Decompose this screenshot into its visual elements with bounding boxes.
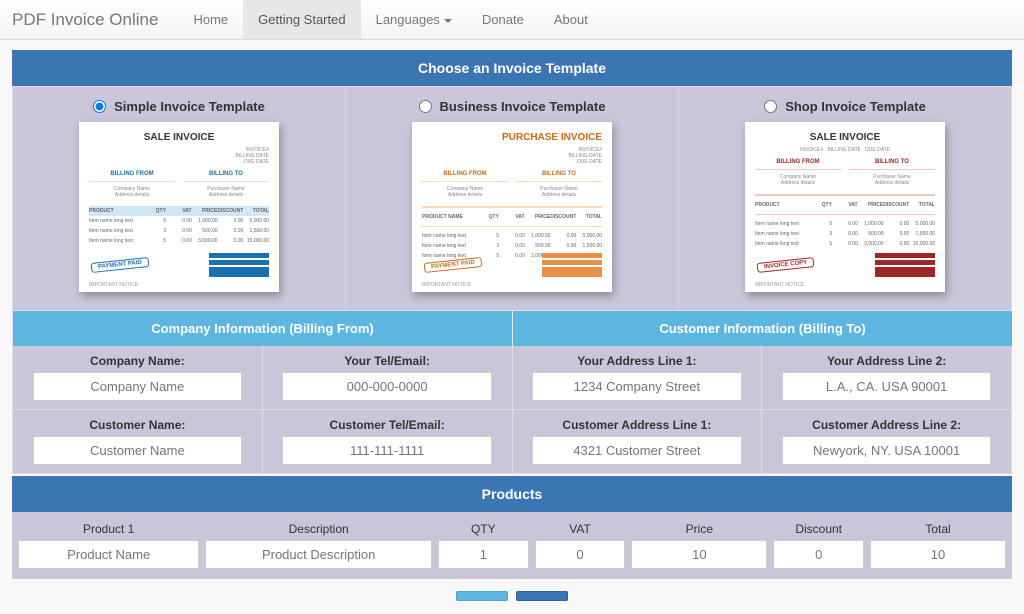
action-button-2[interactable] bbox=[516, 591, 568, 601]
company-addr1-cell: Your Address Line 1: bbox=[513, 346, 763, 410]
product-row: Product 1 Description QTY VAT Price Disc… bbox=[12, 512, 1012, 579]
customer-addr2-cell: Customer Address Line 2: bbox=[762, 410, 1012, 474]
company-name-input[interactable] bbox=[33, 372, 242, 401]
customer-tel-label: Customer Tel/Email: bbox=[271, 418, 504, 432]
thumb-to: BILLING TO bbox=[183, 171, 269, 177]
customer-addr1-label: Customer Address Line 1: bbox=[521, 418, 754, 432]
template-simple[interactable]: Simple Invoice Template SALE INVOICE INV… bbox=[13, 87, 345, 310]
thumb-note: IMPORTANT NOTICE bbox=[422, 282, 471, 288]
product-total-label: Total bbox=[870, 522, 1006, 536]
template-shop-radio[interactable] bbox=[764, 100, 777, 113]
thumb-from: BILLING FROM bbox=[89, 171, 175, 177]
template-business-label[interactable]: Business Invoice Template bbox=[419, 99, 606, 114]
main-content: Choose an Invoice Template Simple Invoic… bbox=[0, 40, 1024, 614]
company-info-head: Company Information (Billing From) bbox=[12, 311, 512, 346]
product-vat-input[interactable] bbox=[535, 540, 626, 569]
company-addr1-label: Your Address Line 1: bbox=[521, 354, 754, 368]
thumb-stamp: PAYMENT PAID bbox=[91, 257, 150, 273]
nav-about[interactable]: About bbox=[539, 0, 603, 39]
template-simple-label[interactable]: Simple Invoice Template bbox=[93, 99, 265, 114]
template-business-thumb: PURCHASE INVOICE INVOICE#BILLING DATEDUE… bbox=[412, 122, 612, 292]
customer-addr1-input[interactable] bbox=[532, 436, 741, 465]
template-business-text: Business Invoice Template bbox=[440, 99, 606, 114]
company-tel-label: Your Tel/Email: bbox=[271, 354, 504, 368]
info-subheads: Company Information (Billing From) Custo… bbox=[12, 311, 1012, 346]
company-row: Company Name: Your Tel/Email: Your Addre… bbox=[12, 346, 1012, 410]
action-buttons bbox=[12, 589, 1012, 604]
product-qty-label: QTY bbox=[438, 522, 529, 536]
customer-row: Customer Name: Customer Tel/Email: Custo… bbox=[12, 410, 1012, 474]
thumb-title: PURCHASE INVOICE bbox=[422, 132, 602, 143]
customer-addr2-label: Customer Address Line 2: bbox=[770, 418, 1003, 432]
thumb-meta: INVOICE#BILLING DATEDUE DATE bbox=[89, 147, 269, 165]
customer-tel-input[interactable] bbox=[282, 436, 491, 465]
product-discount-input[interactable] bbox=[773, 540, 864, 569]
template-shop[interactable]: Shop Invoice Template SALE INVOICE INVOI… bbox=[678, 87, 1011, 310]
company-tel-input[interactable] bbox=[282, 372, 491, 401]
product-price-label: Price bbox=[631, 522, 767, 536]
nav-home[interactable]: Home bbox=[178, 0, 243, 39]
template-options: Simple Invoice Template SALE INVOICE INV… bbox=[12, 86, 1012, 311]
company-tel-cell: Your Tel/Email: bbox=[263, 346, 513, 410]
product-total-input[interactable] bbox=[870, 540, 1006, 569]
chevron-down-icon bbox=[444, 19, 452, 23]
products-title: Products bbox=[12, 476, 1012, 512]
company-addr2-label: Your Address Line 2: bbox=[770, 354, 1003, 368]
thumb-note: IMPORTANT NOTICE bbox=[89, 282, 138, 288]
nav-donate[interactable]: Donate bbox=[467, 0, 539, 39]
template-shop-thumb: SALE INVOICE INVOICE# BILLING DATE DUE D… bbox=[745, 122, 945, 292]
product-name-label: Product 1 bbox=[18, 522, 199, 536]
template-simple-radio[interactable] bbox=[93, 100, 106, 113]
product-price-input[interactable] bbox=[631, 540, 767, 569]
customer-addr1-cell: Customer Address Line 1: bbox=[513, 410, 763, 474]
customer-name-input[interactable] bbox=[33, 436, 242, 465]
company-addr2-cell: Your Address Line 2: bbox=[762, 346, 1012, 410]
action-button-1[interactable] bbox=[456, 591, 508, 601]
company-addr1-input[interactable] bbox=[532, 372, 741, 401]
product-discount-label: Discount bbox=[773, 522, 864, 536]
customer-name-cell: Customer Name: bbox=[12, 410, 263, 474]
template-section-title: Choose an Invoice Template bbox=[12, 50, 1012, 86]
template-shop-text: Shop Invoice Template bbox=[785, 99, 926, 114]
thumb-from: BILLING FROM bbox=[755, 159, 841, 165]
template-business-radio[interactable] bbox=[419, 100, 432, 113]
brand[interactable]: PDF Invoice Online bbox=[12, 10, 158, 30]
product-price-cell: Price bbox=[631, 522, 767, 569]
product-total-cell: Total bbox=[870, 522, 1006, 569]
customer-info-head: Customer Information (Billing To) bbox=[512, 311, 1012, 346]
product-qty-cell: QTY bbox=[438, 522, 529, 569]
product-discount-cell: Discount bbox=[773, 522, 864, 569]
thumb-to: BILLING TO bbox=[849, 159, 935, 165]
thumb-meta: INVOICE# BILLING DATE DUE DATE bbox=[755, 147, 935, 153]
navbar: PDF Invoice Online Home Getting Started … bbox=[0, 0, 1024, 40]
thumb-title: SALE INVOICE bbox=[89, 132, 269, 143]
thumb-to: BILLING TO bbox=[516, 171, 602, 177]
thumb-meta: INVOICE#BILLING DATEDUE DATE bbox=[422, 147, 602, 165]
thumb-note: IMPORTANT NOTICE bbox=[755, 282, 804, 288]
template-business[interactable]: Business Invoice Template PURCHASE INVOI… bbox=[345, 87, 678, 310]
product-name-cell: Product 1 bbox=[18, 522, 199, 569]
thumb-title: SALE INVOICE bbox=[755, 132, 935, 143]
product-name-input[interactable] bbox=[18, 540, 199, 569]
product-desc-cell: Description bbox=[205, 522, 432, 569]
product-vat-cell: VAT bbox=[535, 522, 626, 569]
product-vat-label: VAT bbox=[535, 522, 626, 536]
thumb-stamp: INVOICE COPY bbox=[757, 257, 815, 273]
product-qty-input[interactable] bbox=[438, 540, 529, 569]
company-addr2-input[interactable] bbox=[782, 372, 991, 401]
nav-getting-started[interactable]: Getting Started bbox=[243, 0, 360, 39]
template-simple-thumb: SALE INVOICE INVOICE#BILLING DATEDUE DAT… bbox=[79, 122, 279, 292]
thumb-from: BILLING FROM bbox=[422, 171, 508, 177]
nav-languages-label: Languages bbox=[376, 12, 440, 27]
company-name-label: Company Name: bbox=[21, 354, 254, 368]
customer-name-label: Customer Name: bbox=[21, 418, 254, 432]
nav-languages[interactable]: Languages bbox=[361, 0, 467, 39]
template-simple-text: Simple Invoice Template bbox=[114, 99, 265, 114]
product-desc-input[interactable] bbox=[205, 540, 432, 569]
customer-tel-cell: Customer Tel/Email: bbox=[263, 410, 513, 474]
customer-addr2-input[interactable] bbox=[782, 436, 991, 465]
product-desc-label: Description bbox=[205, 522, 432, 536]
company-name-cell: Company Name: bbox=[12, 346, 263, 410]
template-shop-label[interactable]: Shop Invoice Template bbox=[764, 99, 926, 114]
